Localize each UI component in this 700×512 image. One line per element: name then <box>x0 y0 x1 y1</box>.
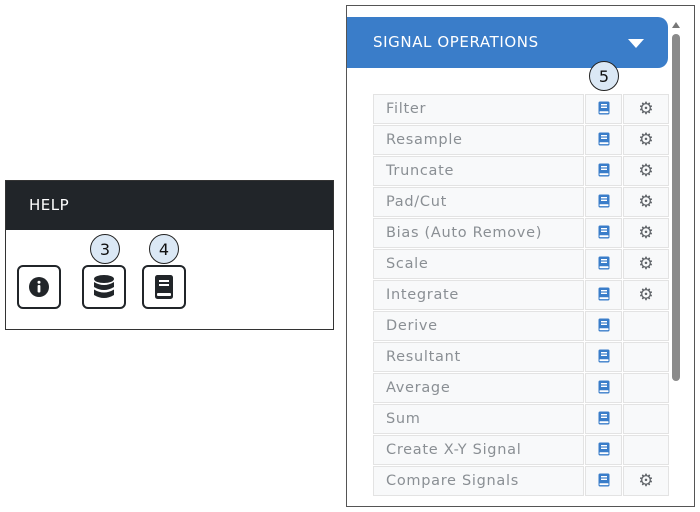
book-icon <box>598 472 610 491</box>
operation-settings-button[interactable]: ⚙ <box>623 466 669 496</box>
gear-icon: ⚙ <box>638 470 654 491</box>
operation-docs-button[interactable] <box>585 218 622 248</box>
operation-label[interactable]: Derive <box>373 311 584 341</box>
operation-label[interactable]: Resample <box>373 125 584 155</box>
operation-settings-empty <box>623 404 669 434</box>
help-header: HELP <box>6 181 333 230</box>
operation-docs-button[interactable] <box>585 280 622 310</box>
scrollbar-thumb[interactable] <box>672 34 680 381</box>
operation-settings-empty <box>623 311 669 341</box>
gear-icon: ⚙ <box>638 129 654 150</box>
book-icon <box>598 255 610 274</box>
operation-docs-button[interactable] <box>585 373 622 403</box>
operation-row: Resultant <box>373 342 670 373</box>
operation-label[interactable]: Integrate <box>373 280 584 310</box>
book-icon <box>598 441 610 460</box>
operation-docs-button[interactable] <box>585 311 622 341</box>
database-icon <box>94 275 114 298</box>
operation-label[interactable]: Resultant <box>373 342 584 372</box>
operation-docs-button[interactable] <box>585 187 622 217</box>
book-icon <box>598 193 610 212</box>
operation-label[interactable]: Filter <box>373 94 584 124</box>
operation-settings-button[interactable]: ⚙ <box>623 280 669 310</box>
operation-settings-empty <box>623 342 669 372</box>
book-icon <box>598 162 610 181</box>
gear-icon: ⚙ <box>638 98 654 119</box>
operation-label[interactable]: Average <box>373 373 584 403</box>
operation-docs-button[interactable] <box>585 435 622 465</box>
operation-row: Derive <box>373 311 670 342</box>
operation-row: Truncate ⚙ <box>373 156 670 187</box>
operation-docs-button[interactable] <box>585 156 622 186</box>
info-icon <box>29 277 49 297</box>
signal-operations-title: SIGNAL OPERATIONS <box>373 33 539 51</box>
gear-icon: ⚙ <box>638 160 654 181</box>
operations-list: Filter ⚙ Resample ⚙ Truncate ⚙ Pad/Cut ⚙ Bias (A… <box>373 94 670 497</box>
operation-docs-button[interactable] <box>585 249 622 279</box>
gear-icon: ⚙ <box>638 222 654 243</box>
operation-label[interactable]: Sum <box>373 404 584 434</box>
callout-3: 3 <box>90 234 120 264</box>
gear-icon: ⚙ <box>638 284 654 305</box>
book-icon <box>598 131 610 150</box>
info-button[interactable] <box>17 265 61 309</box>
book-icon <box>598 410 610 429</box>
book-icon <box>598 100 610 119</box>
caret-down-icon <box>628 39 644 48</box>
callout-5: 5 <box>589 61 619 91</box>
book-icon <box>598 286 610 305</box>
operation-settings-button[interactable]: ⚙ <box>623 125 669 155</box>
database-button[interactable] <box>82 265 126 309</box>
book-icon <box>155 275 173 299</box>
operation-row: Create X-Y Signal <box>373 435 670 466</box>
callout-4: 4 <box>149 234 179 264</box>
operation-label[interactable]: Compare Signals <box>373 466 584 496</box>
operation-docs-button[interactable] <box>585 466 622 496</box>
operation-row: Filter ⚙ <box>373 94 670 125</box>
operation-row: Pad/Cut ⚙ <box>373 187 670 218</box>
operation-row: Integrate ⚙ <box>373 280 670 311</box>
operation-settings-button[interactable]: ⚙ <box>623 156 669 186</box>
book-icon <box>598 379 610 398</box>
operation-row: Compare Signals ⚙ <box>373 466 670 497</box>
operation-docs-button[interactable] <box>585 342 622 372</box>
operation-label[interactable]: Scale <box>373 249 584 279</box>
operation-row: Bias (Auto Remove) ⚙ <box>373 218 670 249</box>
operation-docs-button[interactable] <box>585 125 622 155</box>
help-panel: HELP 3 4 <box>5 180 334 330</box>
scroll-up-arrow-icon[interactable] <box>672 22 680 28</box>
operation-settings-empty <box>623 435 669 465</box>
book-icon <box>598 317 610 336</box>
gear-icon: ⚙ <box>638 191 654 212</box>
book-icon <box>598 224 610 243</box>
operation-settings-empty <box>623 373 669 403</box>
operation-label[interactable]: Bias (Auto Remove) <box>373 218 584 248</box>
user-guide-button[interactable] <box>142 265 186 309</box>
operation-row: Sum <box>373 404 670 435</box>
operation-settings-button[interactable]: ⚙ <box>623 94 669 124</box>
operation-row: Scale ⚙ <box>373 249 670 280</box>
operation-label[interactable]: Pad/Cut <box>373 187 584 217</box>
operation-row: Resample ⚙ <box>373 125 670 156</box>
operation-label[interactable]: Create X-Y Signal <box>373 435 584 465</box>
operation-settings-button[interactable]: ⚙ <box>623 249 669 279</box>
operation-label[interactable]: Truncate <box>373 156 584 186</box>
operation-row: Average <box>373 373 670 404</box>
operation-settings-button[interactable]: ⚙ <box>623 218 669 248</box>
operation-docs-button[interactable] <box>585 94 622 124</box>
gear-icon: ⚙ <box>638 253 654 274</box>
operation-settings-button[interactable]: ⚙ <box>623 187 669 217</box>
operation-docs-button[interactable] <box>585 404 622 434</box>
signal-operations-header[interactable]: SIGNAL OPERATIONS <box>347 17 668 68</box>
signal-operations-panel: SIGNAL OPERATIONS 5 Filter ⚙ Resample ⚙ Trun… <box>346 5 695 507</box>
book-icon <box>598 348 610 367</box>
